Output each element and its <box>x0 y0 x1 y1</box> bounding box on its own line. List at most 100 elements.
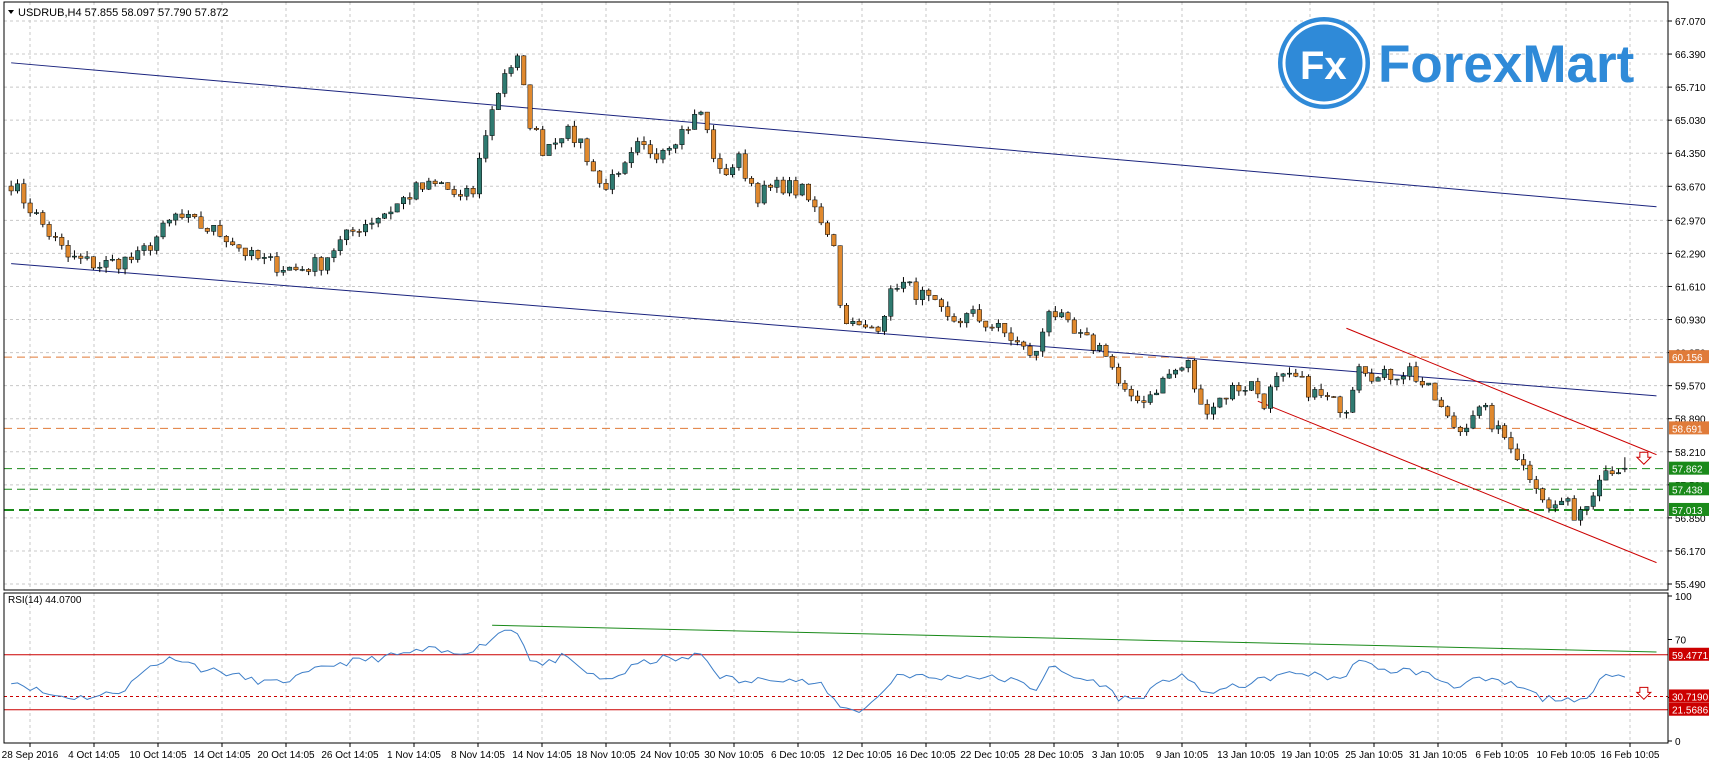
down-arrow-icon <box>1635 451 1653 465</box>
candle-bear <box>1331 396 1337 398</box>
candle-bull <box>508 67 514 74</box>
candle-bear <box>1027 345 1033 356</box>
candle-bear <box>242 247 248 257</box>
x-tick-label: 18 Nov 10:05 <box>576 750 636 761</box>
logo-wordmark: ForexMart <box>1378 35 1634 94</box>
candle-bear <box>704 111 710 131</box>
y-tick-label: 60.930 <box>1675 316 1706 327</box>
candle-bull <box>154 236 160 251</box>
candle-bear <box>1141 400 1147 403</box>
candle-bull <box>1356 366 1362 391</box>
candle-bull <box>495 93 501 110</box>
candle-bull <box>1230 384 1235 400</box>
candle-bear <box>27 202 33 214</box>
candle-bear <box>654 153 660 160</box>
candle-bear <box>1337 396 1343 413</box>
candle-bull <box>1407 366 1413 377</box>
candle-bear <box>65 245 71 258</box>
x-tick-label: 3 Jan 10:05 <box>1092 750 1145 761</box>
candle-bull <box>666 148 672 151</box>
candle-bear <box>1521 459 1527 466</box>
candle-bear <box>723 168 729 176</box>
candle-bear <box>306 269 312 272</box>
candle-bull <box>401 197 406 205</box>
candle-bear <box>1198 388 1204 405</box>
price-level-label: 60.156 <box>1672 353 1703 364</box>
x-tick-label: 16 Feb 10:05 <box>1601 750 1660 761</box>
candle-bear <box>274 256 280 273</box>
candle-bear <box>926 289 932 296</box>
candle-bear <box>40 212 46 225</box>
x-tick-label: 28 Sep 2016 <box>2 750 59 761</box>
candle-bull <box>1147 394 1153 403</box>
candle-bear <box>1489 405 1495 430</box>
candle-bear <box>869 326 875 329</box>
candle-bear <box>192 214 198 218</box>
candle-bull <box>900 281 906 289</box>
candles <box>8 53 1653 526</box>
candle-bear <box>831 234 837 246</box>
candle-bear <box>1204 403 1210 415</box>
candle-bull <box>1616 472 1622 475</box>
candle-bear <box>1014 340 1020 343</box>
rsi-y-tick-label: 0 <box>1675 737 1681 748</box>
candle-bear <box>356 231 362 233</box>
candle-bull <box>1312 389 1318 398</box>
candle-bull <box>15 183 20 192</box>
candle-bear <box>1236 384 1242 392</box>
dropdown-triangle-icon[interactable] <box>8 10 14 14</box>
y-tick-label: 59.570 <box>1675 382 1706 393</box>
candle-bull <box>363 224 369 233</box>
candle-bull <box>1046 311 1052 333</box>
candle-bear <box>806 183 811 201</box>
candle-bear <box>230 241 236 246</box>
candle-bear <box>1527 464 1533 480</box>
candle-bull <box>565 125 571 139</box>
usdrub-chart[interactable]: 67.070 66.390 65.710 65.030 64.350 63.670 62.9… <box>0 0 1710 763</box>
candle-bear <box>717 158 723 169</box>
candle-bear <box>1546 499 1552 509</box>
candle-bull <box>312 257 318 272</box>
y-tick-label: 56.170 <box>1675 547 1706 558</box>
candle-bear <box>432 180 438 185</box>
candle-bull <box>698 111 704 115</box>
candle-bull <box>1381 369 1387 378</box>
candle-bear <box>863 324 868 328</box>
candle-bear <box>1255 381 1261 395</box>
candle-bear <box>1084 332 1090 336</box>
candle-bear <box>951 316 957 322</box>
candle-bear <box>445 182 451 190</box>
candle-bull <box>514 55 520 68</box>
candle-bear <box>1388 369 1394 380</box>
candle-bull <box>609 174 615 190</box>
candle-bear <box>521 55 527 86</box>
candle-bull <box>888 288 894 317</box>
candle-bull <box>1394 378 1400 381</box>
candle-bull <box>1495 425 1501 430</box>
candle-bear <box>957 320 963 324</box>
candle-bear <box>470 188 476 195</box>
candle-bull <box>1559 500 1565 506</box>
candle-bull <box>141 245 147 251</box>
candle-bear <box>945 306 951 317</box>
y-tick-label: 63.670 <box>1675 182 1706 193</box>
red-lower-line <box>1257 400 1657 564</box>
candle-bull <box>476 157 482 195</box>
candle-bull <box>919 289 925 300</box>
candle-bull <box>622 162 628 174</box>
candle-bear <box>533 128 539 130</box>
x-tick-label: 16 Dec 10:05 <box>896 750 956 761</box>
candle-bull <box>1622 467 1628 470</box>
candle-bull <box>1464 427 1470 433</box>
candle-bear <box>603 183 609 190</box>
y-tick-label: 58.210 <box>1675 448 1706 459</box>
candle-bear <box>1318 389 1324 396</box>
candle-bull <box>1476 406 1482 416</box>
candle-bear <box>1090 334 1096 351</box>
candle-bear <box>527 84 533 129</box>
candle-bear <box>818 206 824 224</box>
candle-bull <box>261 257 267 259</box>
candle-bear <box>293 266 299 271</box>
candle-bull <box>160 222 166 238</box>
candle-bull <box>1179 367 1185 371</box>
